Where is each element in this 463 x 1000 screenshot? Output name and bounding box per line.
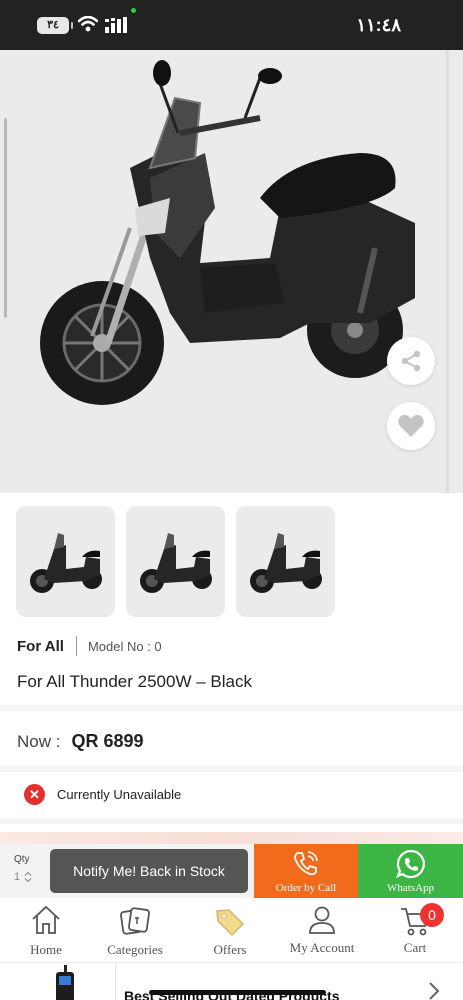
- thumbnail-3[interactable]: [236, 506, 335, 617]
- whatsapp-button[interactable]: WhatsApp: [358, 844, 463, 898]
- product-thumb-icon: [56, 965, 74, 1000]
- quantity-stepper[interactable]: Qty 1: [14, 854, 32, 883]
- battery-icon: ٣٤: [37, 17, 73, 34]
- scroll-indicator: [4, 118, 7, 318]
- bottom-navigation: Home Categories Offers My Account 0 Cart: [0, 898, 463, 962]
- qty-label: Qty: [14, 854, 30, 865]
- cart-count-badge: 0: [420, 903, 444, 927]
- product-image-gallery[interactable]: [0, 50, 463, 493]
- promo-strip: [0, 832, 463, 844]
- status-time: ١١:٤٨: [356, 15, 401, 35]
- unavailable-icon: ✕: [24, 784, 45, 805]
- divider: [115, 963, 116, 1000]
- nav-cart-label: Cart: [403, 940, 427, 955]
- availability-text: Currently Unavailable: [57, 787, 182, 802]
- section-divider: [0, 766, 463, 772]
- brand-row: For All Model No : 0: [17, 636, 162, 656]
- price-row: Now : QR 6899: [17, 731, 144, 752]
- thumbnail-1[interactable]: [16, 506, 115, 617]
- section-divider: [0, 705, 463, 711]
- account-icon: [309, 906, 335, 934]
- scooter-thumb-icon: [139, 532, 212, 593]
- action-bar: Qty 1 Notify Me! Back in Stock Order by …: [0, 844, 463, 898]
- thumbnail-2[interactable]: [126, 506, 225, 617]
- thumbnail-strip: [16, 506, 335, 617]
- home-icon: [32, 905, 60, 934]
- share-button[interactable]: [387, 337, 435, 385]
- stepper-arrows-icon: [24, 871, 32, 883]
- model-number: Model No : 0: [87, 638, 162, 654]
- nav-offers[interactable]: Offers: [184, 898, 276, 962]
- share-icon: [401, 350, 421, 372]
- offers-tag-icon: [216, 909, 245, 937]
- phone-call-icon: [294, 851, 318, 876]
- notify-me-button[interactable]: Notify Me! Back in Stock: [50, 849, 248, 893]
- divider: [75, 636, 77, 656]
- whatsapp-label: WhatsApp: [386, 882, 435, 894]
- heart-icon: [398, 414, 424, 437]
- whatsapp-icon: [395, 849, 425, 879]
- section-divider: [0, 818, 463, 824]
- nav-offers-label: Offers: [213, 942, 247, 957]
- home-indicator: [149, 990, 326, 995]
- nav-my-account[interactable]: My Account: [276, 898, 368, 962]
- product-title: For All Thunder 2500W – Black: [17, 672, 252, 691]
- nav-my-account-label: My Account: [289, 940, 355, 955]
- wifi-icon: [78, 16, 98, 32]
- scooter-thumb-icon: [29, 532, 102, 593]
- nav-categories-label: Categories: [107, 942, 163, 957]
- nav-cart[interactable]: 0 Cart: [369, 898, 461, 962]
- favorite-button[interactable]: [387, 402, 435, 450]
- price-value: QR 6899: [71, 731, 144, 751]
- nav-home-label: Home: [30, 942, 62, 957]
- availability-row: ✕ Currently Unavailable: [24, 784, 181, 805]
- price-label: Now :: [17, 732, 61, 751]
- brand-link[interactable]: For All: [17, 638, 64, 655]
- privacy-indicator: [131, 8, 136, 13]
- signal-icon: [105, 17, 127, 33]
- order-by-call-button[interactable]: Order by Call: [254, 844, 358, 898]
- nav-home[interactable]: Home: [0, 898, 92, 962]
- gallery-edge: [446, 50, 449, 493]
- scooter-thumb-icon: [249, 532, 322, 593]
- qty-value: 1: [14, 871, 21, 883]
- status-bar: ٣٤ ١١:٤٨: [0, 0, 463, 50]
- categories-icon: [120, 907, 150, 935]
- nav-categories[interactable]: Categories: [89, 898, 181, 962]
- product-image: [40, 60, 415, 405]
- battery-level: ٣٤: [47, 19, 59, 31]
- order-by-call-label: Order by Call: [275, 882, 337, 894]
- chevron-right-icon: [429, 982, 440, 1000]
